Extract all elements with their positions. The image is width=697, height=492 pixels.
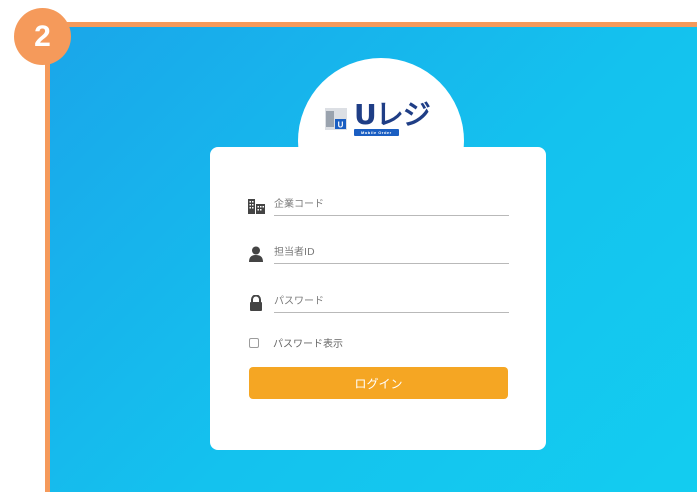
app-logo: U Uレジ Mobile Order (324, 98, 434, 140)
company-code-input[interactable] (274, 196, 509, 216)
password-field (248, 293, 509, 313)
company-code-field (248, 196, 509, 216)
app-logo-icon: U (325, 108, 347, 130)
login-button[interactable]: ログイン (249, 367, 508, 399)
building-icon (248, 199, 265, 214)
show-password-checkbox[interactable] (249, 337, 259, 348)
lock-icon (250, 295, 262, 311)
logo-wordmark: Uレジ (354, 97, 431, 131)
password-input[interactable] (274, 293, 509, 313)
person-icon (249, 246, 263, 262)
show-password-label: パスワード表示 (273, 339, 343, 350)
step-number-badge: 2 (14, 8, 71, 65)
svg-text:U: U (338, 121, 344, 130)
staff-id-field (248, 244, 509, 264)
staff-id-input[interactable] (274, 244, 509, 264)
logo-subtitle: Mobile Order (354, 128, 399, 136)
show-password-toggle[interactable]: パスワード表示 (249, 335, 343, 350)
